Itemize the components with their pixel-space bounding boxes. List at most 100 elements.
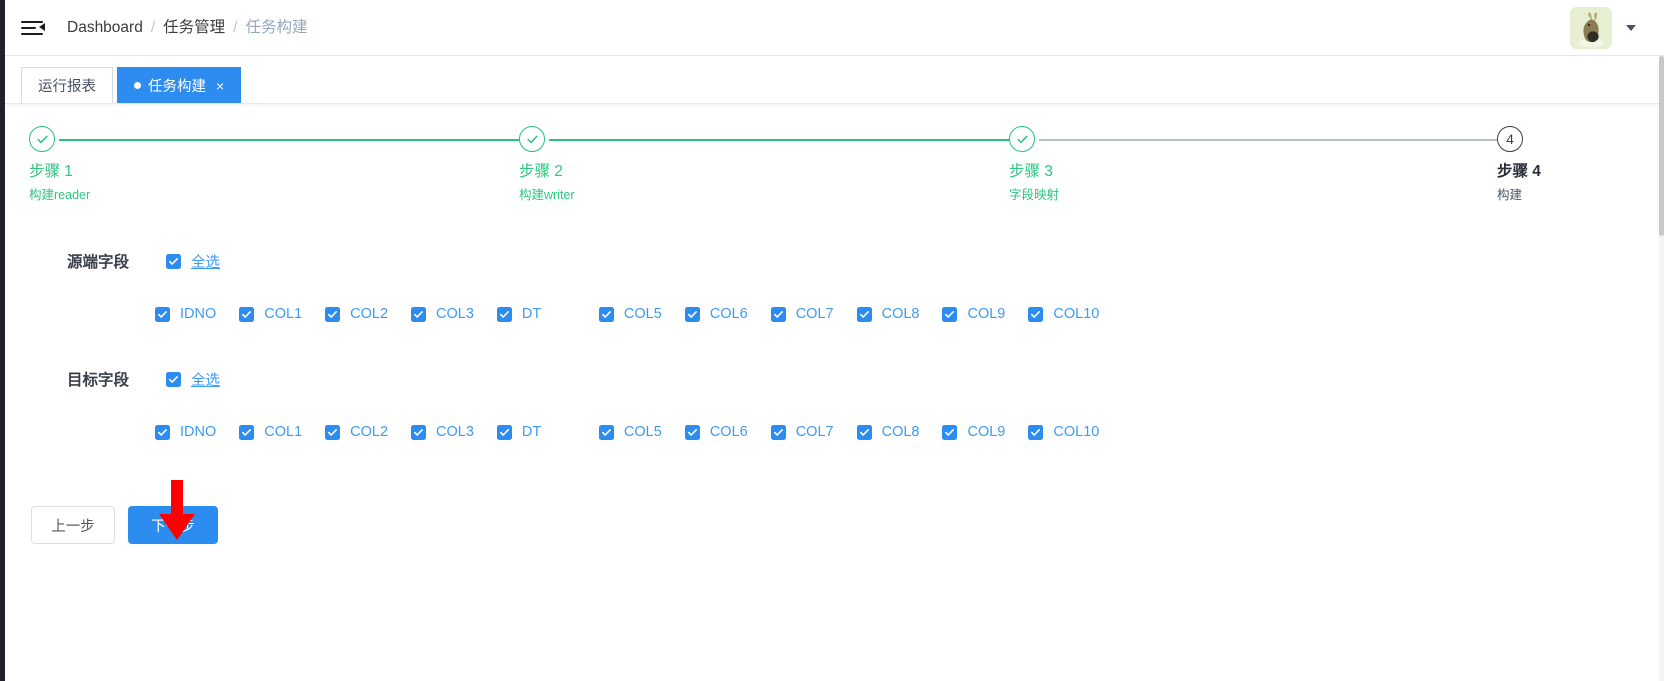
checkbox-checked-icon[interactable] <box>239 306 255 322</box>
step-1-check-icon <box>29 126 55 152</box>
prev-step-button[interactable]: 上一步 <box>31 506 115 544</box>
source-field-item-col2[interactable]: COL2 <box>325 306 388 322</box>
avatar[interactable] <box>1570 6 1612 49</box>
checkbox-checked-icon[interactable] <box>598 306 614 322</box>
breadcrumb-item-dashboard[interactable]: Dashboard <box>67 20 143 36</box>
checkbox-checked-icon[interactable] <box>325 424 341 440</box>
source-field-item-label: DT <box>521 306 542 322</box>
checkbox-checked-icon[interactable] <box>411 424 427 440</box>
checkbox-checked-icon[interactable] <box>856 424 872 440</box>
target-field-item-col7[interactable]: COL7 <box>770 424 834 440</box>
step-item-1[interactable]: 步骤 1 构建reader <box>29 126 521 203</box>
source-field-item-idno[interactable]: IDNO <box>155 306 216 322</box>
source-field-list: IDNO COL1 COL2 COL3 DT COL5 COL6 COL7 CO… <box>5 294 1664 334</box>
target-field-header: 目标字段 全选 <box>5 360 1664 398</box>
step-item-2[interactable]: 步骤 2 构建writer <box>519 126 1011 203</box>
source-field-item-label: COL9 <box>967 306 1006 322</box>
checkbox-checked-icon[interactable] <box>496 424 512 440</box>
target-field-item-col2[interactable]: COL2 <box>325 424 388 440</box>
checkbox-checked-icon[interactable] <box>325 306 341 322</box>
target-field-item-label: COL8 <box>881 424 920 440</box>
collapse-menu-icon[interactable] <box>21 18 45 38</box>
target-field-item-idno[interactable]: IDNO <box>155 424 216 440</box>
source-select-all[interactable]: 全选 <box>166 251 220 272</box>
step-4-index: 4 <box>1497 126 1523 152</box>
checkbox-checked-icon[interactable] <box>155 424 170 440</box>
checkbox-checked-icon[interactable] <box>942 424 958 440</box>
page-scrollbar-thumb[interactable] <box>1659 56 1664 236</box>
source-field-item-col9[interactable]: COL9 <box>942 306 1005 322</box>
checkbox-checked-icon[interactable] <box>411 306 427 322</box>
source-field-item-label: COL8 <box>881 306 920 322</box>
source-field-item-col1[interactable]: COL1 <box>239 306 302 322</box>
checkbox-checked-icon[interactable] <box>1028 306 1044 322</box>
target-field-item-label: IDNO <box>180 424 217 440</box>
source-select-all-label: 全选 <box>191 254 220 271</box>
checkbox-checked-icon[interactable] <box>684 424 700 440</box>
target-field-item-col3[interactable]: COL3 <box>411 424 474 440</box>
user-menu[interactable] <box>1570 6 1636 49</box>
breadcrumb-separator: / <box>233 18 238 36</box>
target-field-item-label: COL2 <box>350 424 389 440</box>
step-1-title: 步骤 1 <box>29 163 73 180</box>
source-field-item-dt[interactable]: DT <box>496 306 576 322</box>
target-field-item-label: COL5 <box>623 424 662 440</box>
target-field-item-col9[interactable]: COL9 <box>942 424 1005 440</box>
target-select-all-label: 全选 <box>191 372 220 389</box>
checkbox-checked-icon[interactable] <box>770 424 786 440</box>
checkbox-checked-icon[interactable] <box>770 306 786 322</box>
step-4-title: 步骤 4 <box>1497 163 1541 180</box>
step-connector-1 <box>59 138 521 141</box>
chevron-down-icon[interactable] <box>1626 24 1636 31</box>
target-field-item-dt[interactable]: DT <box>496 424 576 440</box>
step-connector-2 <box>549 138 1011 141</box>
checkbox-checked-icon[interactable] <box>166 253 181 269</box>
checkbox-checked-icon[interactable] <box>598 424 614 440</box>
step-1-desc: 构建reader <box>29 188 91 203</box>
target-field-item-col10[interactable]: COL10 <box>1028 424 1099 440</box>
target-field-item-col5[interactable]: COL5 <box>598 424 662 440</box>
target-field-item-label: COL1 <box>264 424 303 440</box>
checkbox-checked-icon[interactable] <box>496 306 512 322</box>
target-field-label: 目标字段 <box>67 372 130 389</box>
app-window: Dashboard / 任务管理 / 任务构建 运行报表 任务构建 × 步骤 1… <box>0 0 1664 681</box>
target-field-item-label: DT <box>521 424 542 440</box>
target-field-item-label: COL3 <box>436 424 474 440</box>
step-connector-3 <box>1039 138 1501 141</box>
menu-arrow <box>39 23 45 31</box>
source-field-label: 源端字段 <box>67 254 130 271</box>
tab-task-build[interactable]: 任务构建 × <box>117 67 242 103</box>
source-field-item-label: COL1 <box>264 306 303 322</box>
source-field-item-col10[interactable]: COL10 <box>1028 306 1099 322</box>
next-step-button[interactable]: 下一步 <box>128 506 218 544</box>
checkbox-checked-icon[interactable] <box>942 306 958 322</box>
source-field-header: 源端字段 全选 <box>5 242 1664 280</box>
checkbox-checked-icon[interactable] <box>239 424 255 440</box>
step-item-3[interactable]: 步骤 3 字段映射 <box>1009 126 1501 203</box>
breadcrumb-item-task-management[interactable]: 任务管理 <box>163 20 225 36</box>
target-select-all[interactable]: 全选 <box>166 369 220 390</box>
source-field-item-col3[interactable]: COL3 <box>411 306 474 322</box>
tab-run-report[interactable]: 运行报表 <box>21 67 113 103</box>
breadcrumb-separator: / <box>150 18 156 36</box>
step-item-4[interactable]: 4 步骤 4 构建 <box>1497 126 1541 203</box>
target-field-item-label: COL7 <box>795 424 834 440</box>
checkbox-checked-icon[interactable] <box>155 306 170 322</box>
checkbox-checked-icon[interactable] <box>166 371 181 387</box>
breadcrumb: Dashboard / 任务管理 / 任务构建 <box>67 20 307 36</box>
checkbox-checked-icon[interactable] <box>856 306 872 322</box>
source-field-item-label: COL10 <box>1053 306 1100 322</box>
target-field-item-col8[interactable]: COL8 <box>856 424 920 440</box>
close-icon[interactable]: × <box>216 79 224 93</box>
checkbox-checked-icon[interactable] <box>684 306 700 322</box>
step-3-desc: 字段映射 <box>1009 188 1060 203</box>
source-field-item-label: IDNO <box>180 306 217 322</box>
source-field-item-col8[interactable]: COL8 <box>856 306 920 322</box>
target-field-item-col1[interactable]: COL1 <box>239 424 302 440</box>
tab-active-dot-icon <box>134 82 141 89</box>
source-field-item-col5[interactable]: COL5 <box>598 306 662 322</box>
source-field-item-col6[interactable]: COL6 <box>684 306 748 322</box>
target-field-item-col6[interactable]: COL6 <box>684 424 748 440</box>
checkbox-checked-icon[interactable] <box>1028 424 1044 440</box>
source-field-item-col7[interactable]: COL7 <box>770 306 834 322</box>
